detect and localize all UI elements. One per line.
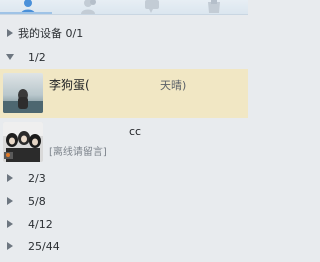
my-devices-row[interactable]: 我的设备 0/1 [0, 25, 248, 41]
contact-item[interactable]: cc [离线请留言] [0, 120, 248, 169]
caret-down-icon [6, 54, 14, 60]
main-tabbar [0, 0, 248, 15]
avatar [3, 73, 43, 113]
group-count: 25/44 [28, 239, 60, 253]
active-tab-indicator [0, 12, 52, 14]
caret-right-icon [7, 220, 13, 228]
group-header[interactable]: 2/3 [0, 170, 248, 186]
group-count: 1/2 [28, 50, 46, 64]
tab-messages[interactable] [142, 0, 162, 14]
group-icon [81, 0, 96, 14]
group-header[interactable]: 25/44 [0, 238, 248, 254]
app-icon [208, 0, 220, 13]
contact-name: cc [129, 125, 142, 138]
caret-right-icon [7, 197, 13, 205]
contact-name: 李狗蛋( [49, 78, 90, 92]
contact-item[interactable]: 李狗蛋( 天晴) [0, 69, 248, 118]
contact-status: 天晴) [160, 79, 187, 92]
group-count: 4/12 [28, 217, 53, 231]
avatar [3, 122, 43, 162]
contact-signature: [离线请留言] [49, 147, 107, 158]
group-count: 2/3 [28, 171, 46, 185]
group-header[interactable]: 1/2 [0, 49, 248, 65]
group-count: 5/8 [28, 194, 46, 208]
caret-right-icon [7, 242, 13, 250]
group-header[interactable]: 4/12 [0, 216, 248, 232]
tab-groups[interactable] [80, 0, 100, 14]
tab-apps[interactable] [204, 0, 224, 14]
caret-right-icon [7, 174, 13, 182]
caret-right-icon [7, 29, 13, 37]
chat-icon [145, 0, 159, 13]
my-devices-label: 我的设备 0/1 [18, 27, 84, 40]
group-header[interactable]: 5/8 [0, 193, 248, 209]
